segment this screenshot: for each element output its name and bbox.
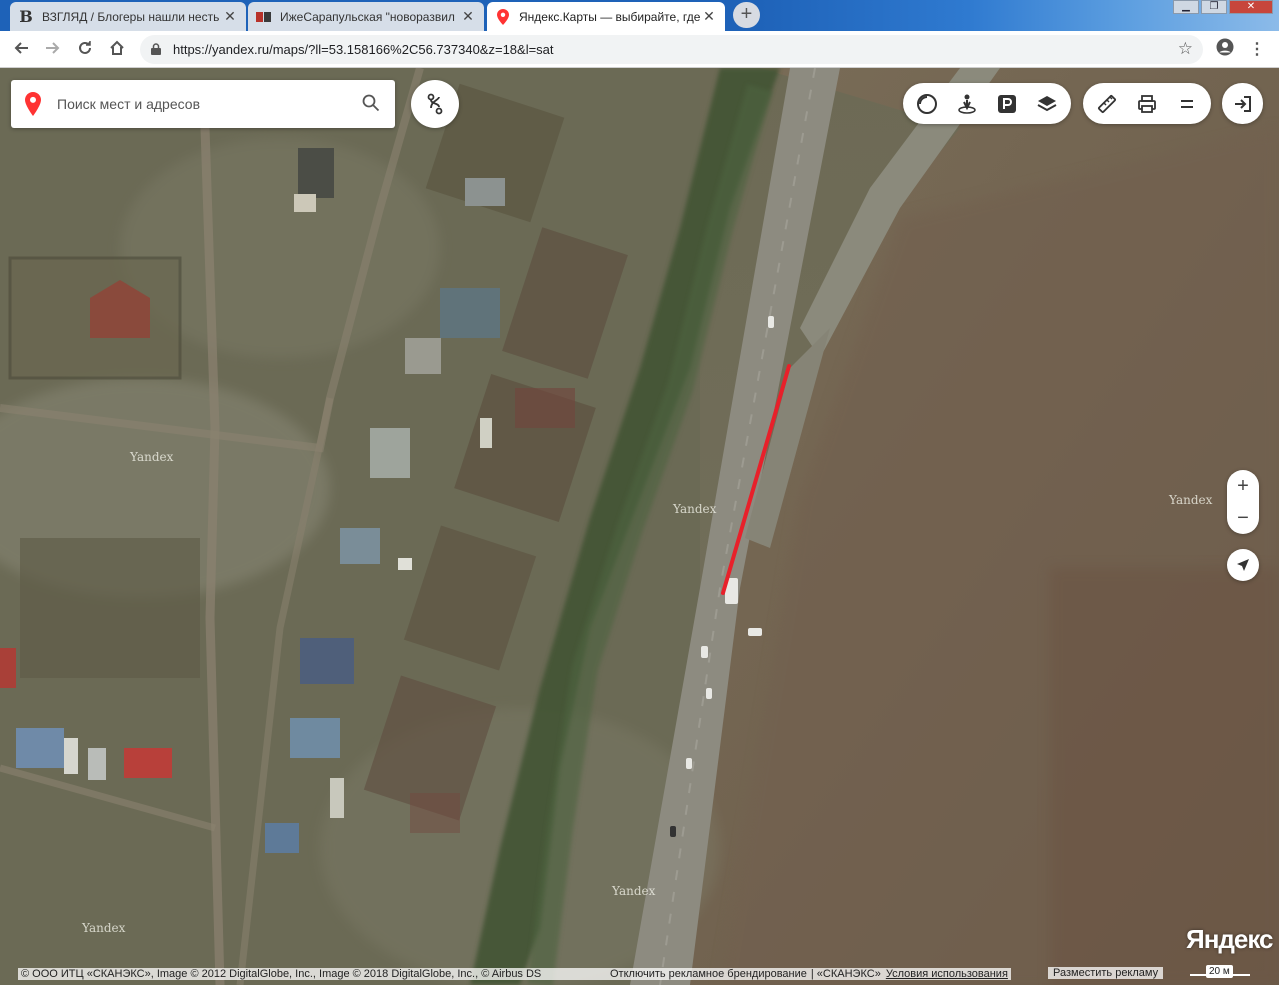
lock-icon	[151, 43, 161, 55]
address-bar: https://yandex.ru/maps/?ll=53.158166%2C5…	[0, 31, 1279, 68]
url-field[interactable]: https://yandex.ru/maps/?ll=53.158166%2C5…	[140, 35, 1203, 64]
parking-icon	[998, 94, 1016, 113]
yandex-watermark: Yandex	[82, 921, 126, 935]
bookmark-star-icon[interactable]: ☆	[1178, 39, 1193, 59]
advertise-link[interactable]: Разместить рекламу	[1048, 967, 1164, 979]
satellite-imagery	[0, 68, 1279, 985]
tab-title: ВЗГЛЯД / Блогеры нашли несть	[42, 9, 220, 24]
navigation-arrow-icon	[1237, 559, 1249, 571]
zoom-out-button[interactable]: −	[1227, 502, 1259, 534]
parking-button[interactable]	[987, 84, 1027, 124]
routes-button[interactable]	[411, 80, 459, 128]
ruler-button[interactable]	[1087, 84, 1127, 124]
login-icon	[1234, 95, 1251, 112]
yandex-watermark: Yandex	[612, 884, 656, 898]
print-icon	[1138, 94, 1156, 113]
tab-izhe[interactable]: ИжеСарапульская "новоразвил ✕	[248, 2, 484, 31]
scale-bar: 20 м	[1190, 965, 1250, 983]
yandex-watermark: Yandex	[130, 450, 174, 464]
url-text: https://yandex.ru/maps/?ll=53.158166%2C5…	[173, 42, 554, 57]
traffic-button[interactable]	[907, 84, 947, 124]
profile-button[interactable]	[1212, 37, 1238, 63]
zoom-control: + −	[1227, 470, 1259, 534]
print-button[interactable]	[1127, 84, 1167, 124]
minimize-button[interactable]: ▁	[1173, 0, 1199, 14]
disable-branding-link[interactable]: Отключить рекламное брендирование	[608, 968, 809, 980]
zoom-in-button[interactable]: +	[1227, 470, 1259, 502]
close-icon[interactable]: ✕	[222, 8, 238, 25]
login-button[interactable]	[1222, 83, 1263, 124]
reload-button[interactable]	[72, 37, 98, 63]
layers-toolbar	[903, 83, 1071, 124]
tab-strip: B ВЗГЛЯД / Блогеры нашли несть ✕ ИжеСара…	[0, 0, 1279, 31]
tools-toolbar	[1083, 83, 1211, 124]
home-icon	[110, 40, 124, 55]
tab-vzglyad[interactable]: B ВЗГЛЯД / Блогеры нашли несть ✕	[10, 2, 246, 31]
maximize-button[interactable]: ❐	[1201, 0, 1227, 14]
yandex-logo: Яндекс	[1186, 924, 1273, 954]
map-footer: © ООО ИТЦ «СКАНЭКС», Image © 2012 Digita…	[18, 967, 1164, 981]
yandex-watermark: Yandex	[673, 502, 717, 516]
menu-icon	[1181, 99, 1193, 108]
new-tab-button[interactable]: +	[733, 2, 760, 28]
locate-me-button[interactable]	[1227, 549, 1259, 581]
traffic-icon	[917, 93, 937, 114]
forward-button[interactable]	[40, 37, 66, 63]
home-button[interactable]	[104, 37, 130, 63]
reload-icon	[79, 41, 91, 54]
close-icon[interactable]: ✕	[701, 8, 717, 25]
layers-icon	[1037, 95, 1057, 111]
izhe-favicon-icon	[256, 9, 272, 25]
route-icon	[427, 93, 443, 115]
menu-button[interactable]	[1167, 84, 1207, 124]
scale-label: 20 м	[1206, 965, 1233, 978]
account-icon	[1216, 38, 1234, 56]
browser-menu-button[interactable]: ⋮	[1244, 37, 1270, 63]
map-canvas[interactable]: Yandex Yandex Yandex Yandex Yandex Поиск…	[0, 68, 1279, 985]
yandex-maps-pin-icon	[25, 92, 41, 116]
window-controls: ▁ ❐ ✕	[1173, 0, 1273, 14]
back-button[interactable]	[8, 37, 34, 63]
scanex-link[interactable]: | «СКАНЭКС»	[808, 968, 883, 980]
yandex-watermark: Yandex	[1169, 493, 1213, 507]
layers-button[interactable]	[1027, 84, 1067, 124]
copyright-text: © ООО ИТЦ «СКАНЭКС», Image © 2012 Digita…	[18, 968, 608, 980]
tab-title: Яндекс.Карты — выбирайте, где	[519, 9, 701, 24]
terms-link[interactable]: Условия использования	[882, 968, 1011, 980]
more-vertical-icon: ⋮	[1249, 41, 1265, 58]
map-pin-icon	[495, 8, 511, 25]
tab-title: ИжеСарапульская "новоразвил	[280, 9, 455, 24]
panorama-button[interactable]	[947, 84, 987, 124]
search-icon[interactable]	[362, 94, 380, 112]
window-close-button[interactable]: ✕	[1229, 0, 1273, 14]
ruler-icon	[1098, 94, 1116, 113]
arrow-right-icon	[46, 42, 60, 54]
tab-yandex-maps[interactable]: Яндекс.Карты — выбирайте, где ✕	[487, 2, 725, 31]
panorama-icon	[958, 94, 976, 114]
search-input[interactable]	[57, 93, 347, 115]
close-icon[interactable]: ✕	[460, 8, 476, 25]
vzglyad-favicon-icon: B	[19, 7, 33, 26]
search-box	[11, 80, 395, 128]
arrow-left-icon	[14, 42, 28, 54]
